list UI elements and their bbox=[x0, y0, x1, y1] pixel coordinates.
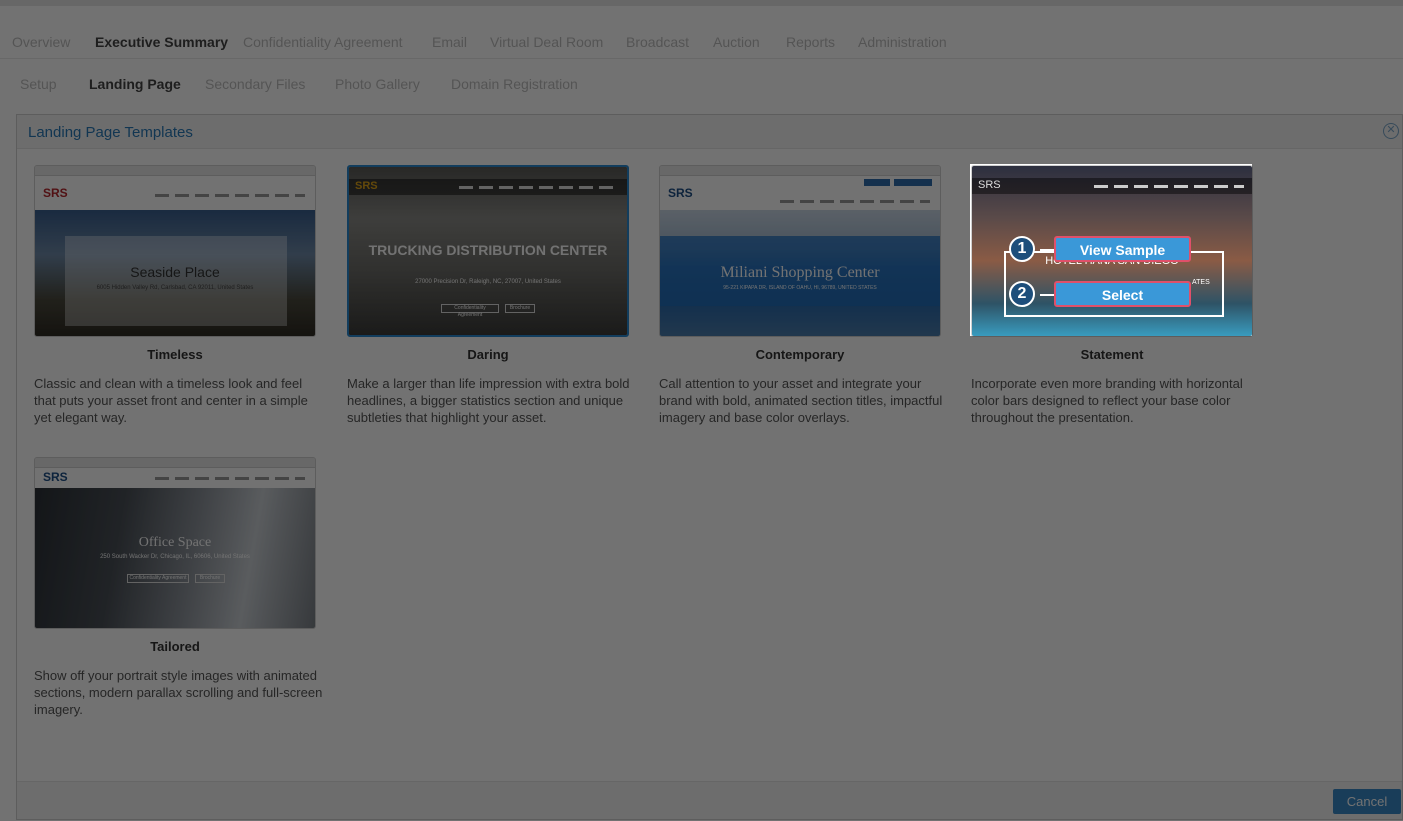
step-connector bbox=[1040, 249, 1054, 251]
dim-left bbox=[0, 164, 970, 336]
select-button[interactable]: Select bbox=[1054, 281, 1191, 307]
step-badge-1: 1 bbox=[1009, 236, 1035, 262]
hero-address: ATES bbox=[1192, 279, 1210, 286]
dim-right bbox=[1252, 164, 1403, 336]
view-sample-button[interactable]: View Sample bbox=[1054, 236, 1191, 262]
dim-bottom bbox=[0, 336, 1403, 821]
step-connector bbox=[1040, 294, 1054, 296]
srs-logo: SRS bbox=[978, 179, 1001, 191]
step-badge-2: 2 bbox=[1009, 281, 1035, 307]
site-menu bbox=[1094, 185, 1244, 188]
dim-top bbox=[0, 0, 1403, 164]
